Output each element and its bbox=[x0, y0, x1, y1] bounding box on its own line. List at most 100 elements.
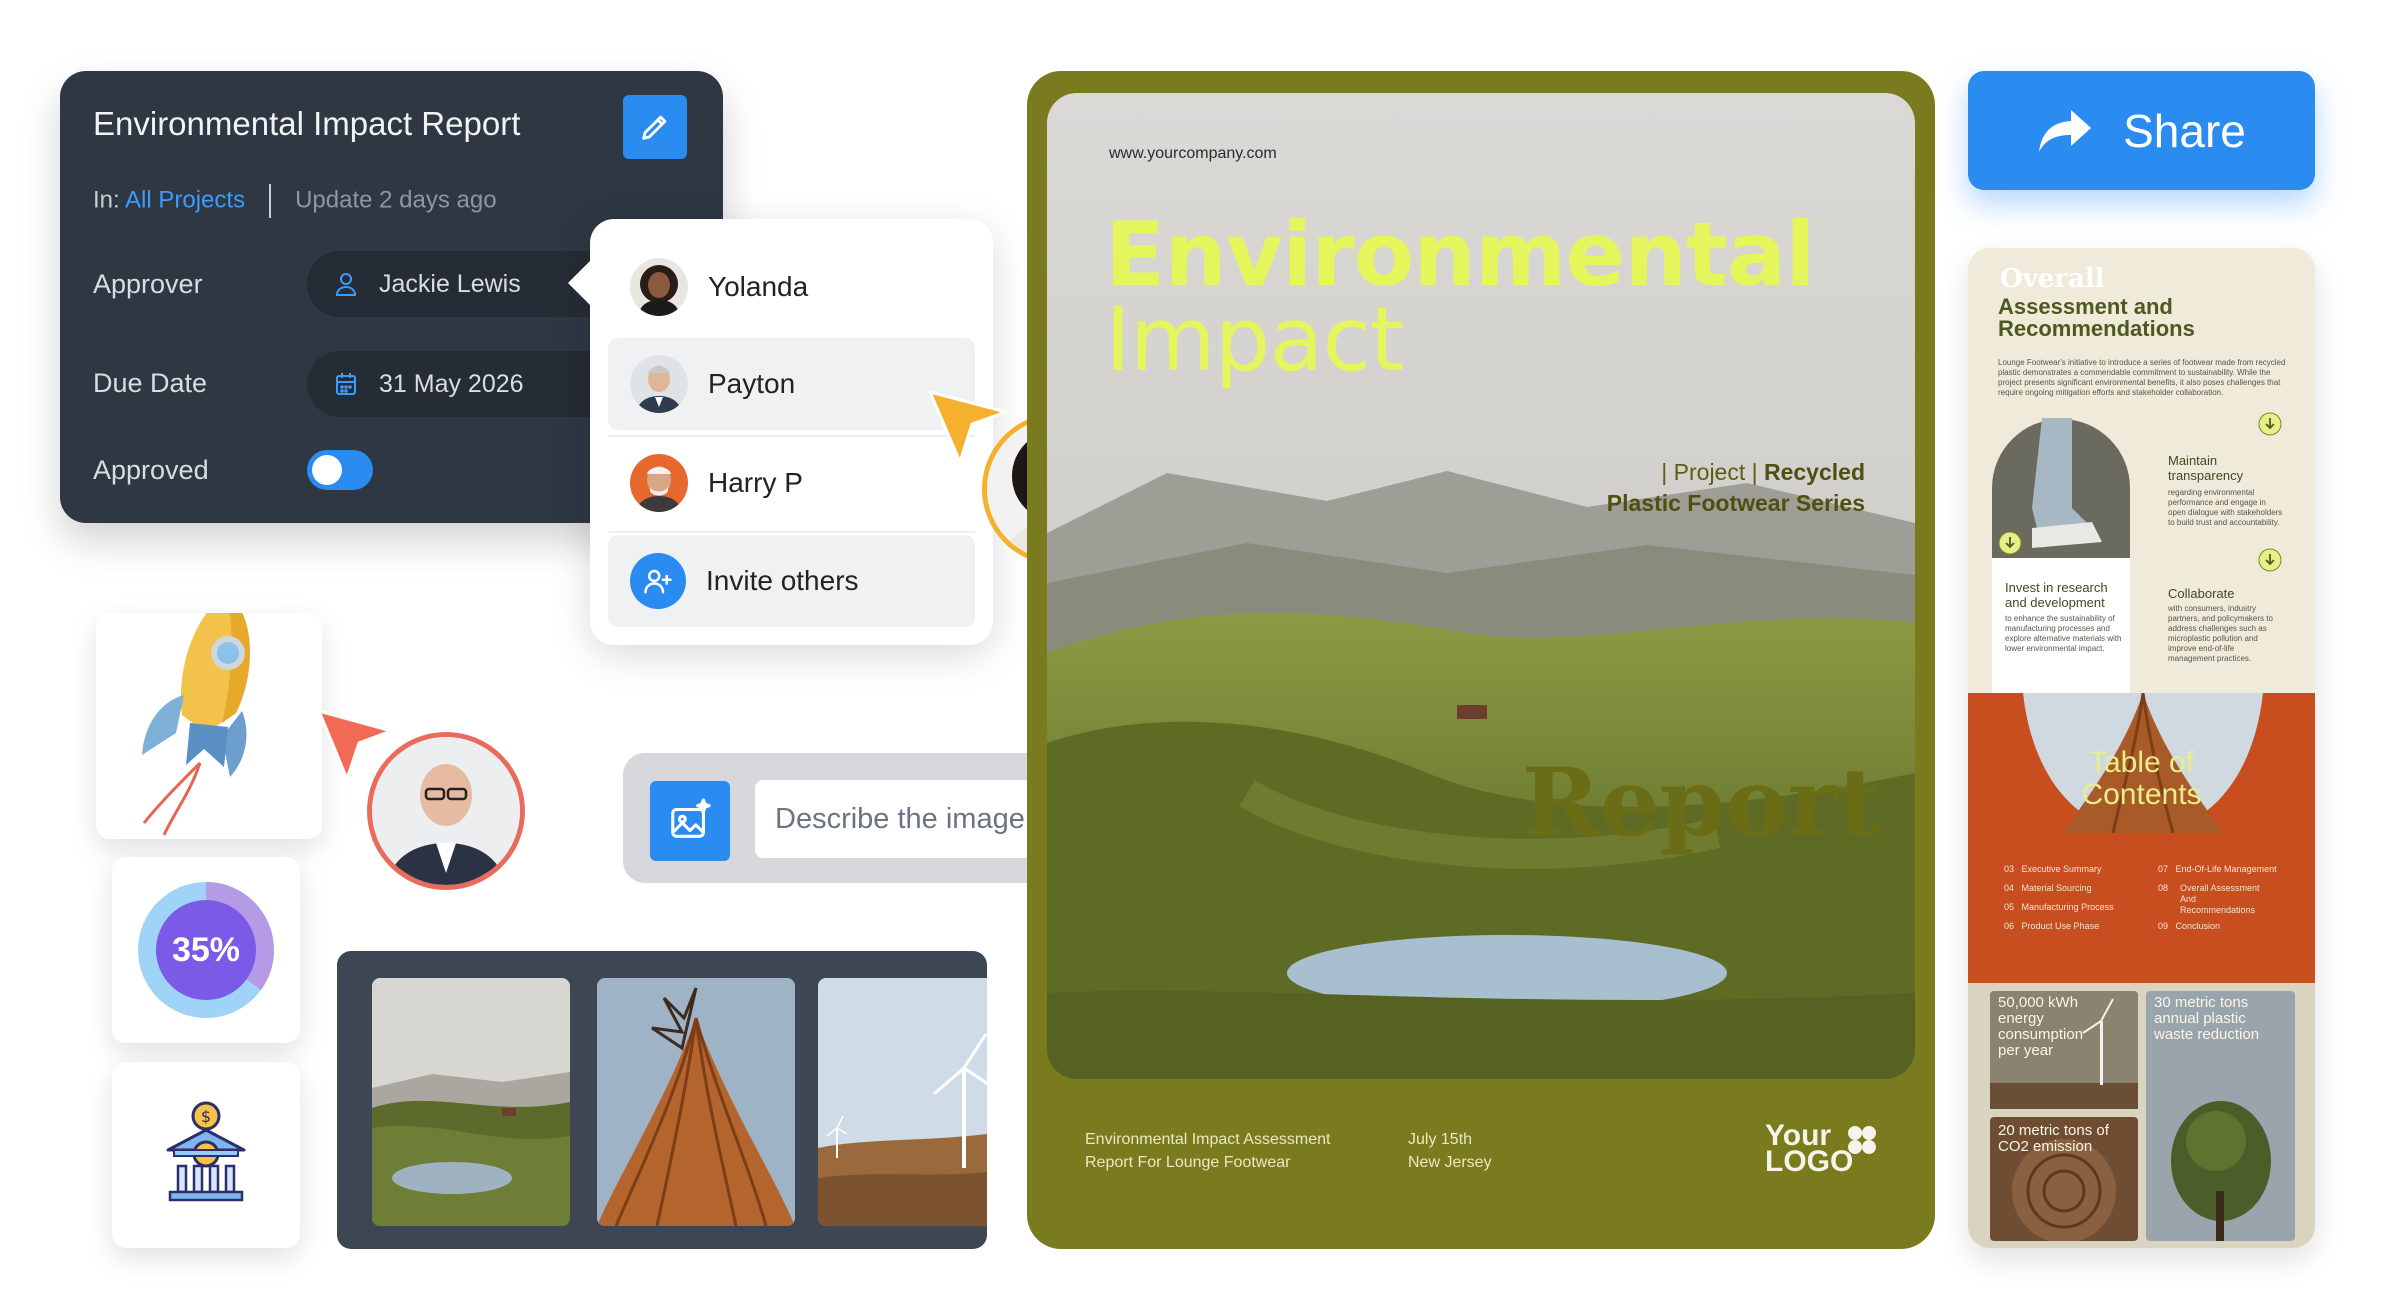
cover-title-line2: Impact bbox=[1105, 288, 1404, 391]
footer-location: New Jersey bbox=[1408, 1154, 1492, 1171]
ai-image-icon bbox=[671, 798, 711, 838]
stat-text: 20 metric tons of CO2 emission bbox=[1998, 1122, 2109, 1155]
toc-num: 07 bbox=[2158, 864, 2169, 874]
company-url: www.yourcompany.com bbox=[1109, 145, 1277, 162]
assessment-heading: Assessment and Recommendations bbox=[1998, 296, 2195, 340]
finance-tile: $ bbox=[112, 1062, 300, 1248]
approved-toggle[interactable] bbox=[307, 450, 373, 490]
rec1-text: regarding environmental performance and … bbox=[2168, 488, 2283, 527]
toc-num: 05 bbox=[2004, 902, 2015, 912]
toc-label: Manufacturing Process bbox=[2021, 902, 2114, 912]
cover-report-word: Report bbox=[1521, 748, 1881, 858]
rec1-title: Maintain transparency bbox=[2168, 453, 2244, 483]
logo-mark-icon bbox=[1848, 1126, 1876, 1154]
toc-num: 03 bbox=[2004, 864, 2015, 874]
collaborator-avatar bbox=[367, 732, 525, 890]
toc-num: 04 bbox=[2004, 883, 2015, 893]
edit-button[interactable] bbox=[623, 95, 687, 159]
in-label: In: bbox=[93, 186, 120, 214]
progress-percent: 35% bbox=[171, 931, 241, 969]
approver-value: Jackie Lewis bbox=[379, 269, 521, 298]
report-cover[interactable]: www.yourcompany.com Environmental Impact… bbox=[1027, 71, 1935, 1249]
updated-text: Update 2 days ago bbox=[295, 186, 497, 214]
toc-list-right: 07 End-Of-Life Management 08 Overall Asse… bbox=[2158, 864, 2298, 940]
toc-label: Product Use Phase bbox=[2021, 921, 2100, 931]
person-name: Payton bbox=[708, 368, 796, 399]
share-button[interactable]: Share bbox=[1968, 71, 2315, 190]
toc-entry: 04 Material Sourcing bbox=[2004, 883, 2144, 902]
svg-text:$: $ bbox=[201, 1107, 211, 1126]
logo-text: LOGO bbox=[1765, 1145, 1854, 1178]
rec3-text: with consumers, industry partners, and p… bbox=[2168, 604, 2273, 663]
approved-label: Approved bbox=[93, 455, 209, 485]
toc-num: 06 bbox=[2004, 921, 2015, 931]
toc-title-line: Contents bbox=[2081, 778, 2202, 811]
toc-entry: 06 Product Use Phase bbox=[2004, 921, 2144, 940]
due-date-label: Due Date bbox=[93, 368, 208, 398]
assessment-page[interactable]: Overall Assessment and Recommendations L… bbox=[1968, 248, 2315, 693]
rocket-tile bbox=[96, 593, 322, 839]
invite-others-option[interactable]: Invite others bbox=[608, 535, 975, 627]
toc-title-line: Table of bbox=[2088, 746, 2195, 779]
panel-title: Environmental Impact Report bbox=[93, 105, 521, 142]
share-arrow-icon bbox=[2039, 109, 2092, 152]
heading-line: Recommendations bbox=[1998, 316, 2195, 341]
footer-text: Report For Lounge Footwear bbox=[1085, 1154, 1291, 1171]
assessment-intro: Lounge Footwear's initiative to introduc… bbox=[1998, 358, 2286, 397]
toc-entry: 03 Executive Summary bbox=[2004, 864, 2144, 883]
add-user-icon bbox=[630, 553, 686, 609]
toc-entry: 08 Overall Assessment And Recommendations bbox=[2158, 883, 2298, 921]
toc-num: 09 bbox=[2158, 921, 2169, 931]
stat-card: 50,000 kWh energy consumption per year bbox=[1990, 991, 2138, 1109]
bank-icon: $ bbox=[166, 1101, 246, 1202]
cover-subtitle: | Project | Recycled Plastic Footwear Se… bbox=[1607, 457, 1865, 519]
stat-card: 30 metric tons annual plastic waste redu… bbox=[2146, 991, 2295, 1241]
avatar bbox=[630, 258, 688, 316]
heading-line: Assessment and bbox=[1998, 294, 2173, 319]
toc-num: 08 bbox=[2158, 883, 2169, 893]
download-icon bbox=[2258, 548, 2282, 572]
divider bbox=[269, 184, 272, 218]
subtitle-prefix: | Project | bbox=[1661, 459, 1764, 485]
download-icon bbox=[1998, 531, 2022, 555]
project-meta: In: All Projects Update 2 days ago bbox=[93, 184, 497, 218]
toc-label: Executive Summary bbox=[2021, 864, 2102, 874]
rec3-title: Collaborate bbox=[2168, 586, 2235, 601]
company-logo: Your LOGO bbox=[1765, 1121, 1854, 1178]
due-date-field[interactable]: 31 May 2026 bbox=[307, 351, 635, 417]
subtitle-line2: Plastic Footwear Series bbox=[1606, 490, 1865, 516]
generate-image-button[interactable] bbox=[650, 781, 730, 861]
user-icon bbox=[335, 273, 357, 296]
rocket-icon bbox=[142, 593, 250, 836]
toc-list-left: 03 Executive Summary 04 Material Sourcin… bbox=[2004, 864, 2144, 940]
approver-label: Approver bbox=[93, 269, 203, 299]
avatar bbox=[630, 355, 688, 413]
stat-text: 50,000 kWh energy consumption per year bbox=[1998, 994, 2084, 1059]
toc-entry: 05 Manufacturing Process bbox=[2004, 902, 2144, 921]
toc-title: Table of Contents bbox=[1968, 747, 2315, 811]
toc-label: Conclusion bbox=[2175, 921, 2221, 931]
calendar-icon bbox=[336, 373, 356, 395]
person-name: Yolanda bbox=[708, 271, 809, 302]
footer-date: July 15th bbox=[1408, 1131, 1473, 1148]
all-projects-link[interactable]: All Projects bbox=[125, 186, 245, 213]
invite-label: Invite others bbox=[706, 565, 859, 596]
progress-tile: 35% bbox=[112, 857, 300, 1043]
footer-text: Environmental Impact Assessment bbox=[1085, 1131, 1331, 1148]
tree-photo[interactable] bbox=[597, 978, 795, 1226]
stat-card: 20 metric tons of CO2 emission bbox=[1990, 1117, 2138, 1241]
table-of-contents-page[interactable]: Table of Contents 03 Executive Summary 0… bbox=[1968, 693, 2315, 983]
person-option-harry[interactable]: Harry P bbox=[608, 437, 975, 529]
wind-turbine-photo[interactable] bbox=[818, 978, 987, 1226]
download-icon bbox=[2258, 412, 2282, 436]
landscape-photo[interactable] bbox=[372, 978, 570, 1226]
share-label: Share bbox=[2123, 104, 2246, 157]
rec2-title: Invest in research and development bbox=[2005, 580, 2108, 610]
stats-page[interactable]: 50,000 kWh energy consumption per year 3… bbox=[1968, 983, 2315, 1248]
toc-label: Material Sourcing bbox=[2021, 883, 2092, 893]
pencil-icon bbox=[642, 115, 667, 140]
person-option-yolanda[interactable]: Yolanda bbox=[608, 241, 975, 333]
subtitle-bold: Recycled bbox=[1763, 459, 1865, 485]
rec2-text: to enhance the sustainability of manufac… bbox=[2005, 614, 2122, 653]
person-option-payton[interactable]: Payton bbox=[608, 338, 975, 430]
